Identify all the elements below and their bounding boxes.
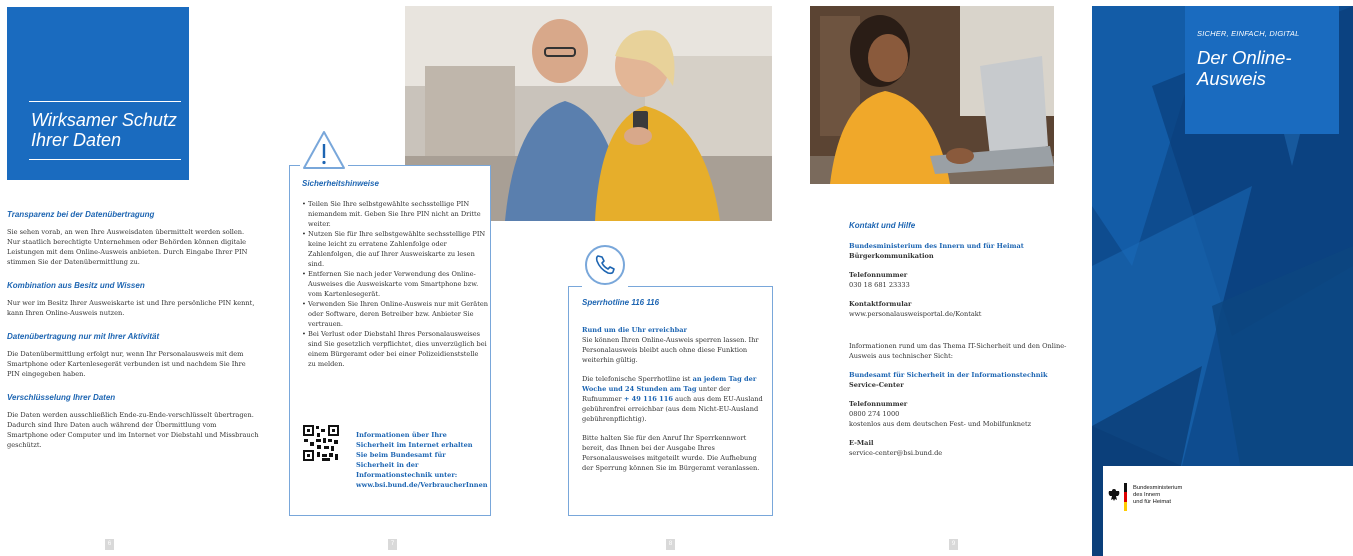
content: Transparenz bei der Datenübertragung Sie…	[7, 210, 259, 464]
list-item: Verwenden Sie Ihren Online-Ausweis nur m…	[302, 299, 488, 329]
page-number: 9	[949, 539, 958, 550]
text: Die telefonische Sperrhotline ist	[582, 375, 693, 383]
page-number: 8	[666, 539, 675, 550]
section-text: Nur wer im Besitz Ihrer Ausweiskarte ist…	[7, 299, 255, 317]
info-text: Informationen rund um das Thema IT-Siche…	[849, 342, 1067, 360]
phone-number[interactable]: + 49 116 116	[624, 395, 673, 403]
section-heading: Kontakt und Hilfe	[849, 221, 916, 230]
ministry-logo: Bundesministerium des Innern und für Hei…	[1103, 466, 1353, 556]
org-name: Bundesministerium des Innern und für Hei…	[849, 242, 1024, 250]
phone-number[interactable]: 0800 274 1000	[849, 409, 1089, 419]
cover-page: SICHER, EINFACH, DIGITAL Der Online-Ausw…	[1092, 0, 1353, 556]
label: Telefonnummer	[849, 400, 908, 408]
contact-content: Kontakt und Hilfe Bundesministerium des …	[849, 213, 1089, 467]
divider	[29, 101, 181, 102]
note: kostenlos aus dem deutschen Fest- und Mo…	[849, 420, 1032, 428]
qr-code-icon[interactable]	[302, 424, 340, 462]
section-text: Die Datenübermittlung erfolgt nur, wenn …	[7, 350, 246, 378]
bsi-info-link[interactable]: Informationen über Ihre Sicherheit im In…	[356, 430, 488, 490]
panel-page-7: Sicherheitshinweise Teilen Sie Ihre selb…	[270, 0, 772, 556]
label: Telefonnummer	[849, 271, 908, 279]
section-heading: Datenübertragung nur mit Ihrer Aktivität	[7, 332, 160, 341]
label: Kontaktformular	[849, 300, 912, 308]
org-unit: Bürgerkommunikation	[849, 252, 934, 260]
section-text: Sie sehen vorab, an wen Ihre Ausweisdate…	[7, 228, 248, 266]
org-name: Bundesamt für Sicherheit in der Informat…	[849, 371, 1048, 379]
text: Sie können Ihren Online-Ausweis sperren …	[582, 336, 759, 364]
phone-number[interactable]: 030 18 681 23333	[849, 280, 1089, 290]
section-heading: Sicherheitshinweise	[302, 179, 379, 188]
section-heading: Sperrhotline 116 116	[582, 298, 660, 307]
email-link[interactable]: service-center@bsi.bund.de	[849, 448, 1089, 458]
panel-page-6: Wirksamer Schutz Ihrer Daten Transparenz…	[0, 0, 270, 556]
title-block: Wirksamer Schutz Ihrer Daten	[7, 7, 189, 180]
section-heading: Transparenz bei der Datenübertragung	[7, 210, 155, 219]
contact-link[interactable]: www.personalausweisportal.de/Kontakt	[849, 309, 1089, 319]
hotline-text: Rund um die Uhr erreichbar Sie können Ih…	[582, 325, 766, 482]
section-text: Die Daten werden ausschließlich Ende-zu-…	[7, 411, 259, 449]
logo-line: Bundesministerium	[1133, 485, 1183, 491]
list-item: Teilen Sie Ihre selbstgewählte sechsstel…	[302, 199, 488, 229]
phone-icon	[582, 242, 628, 288]
logo-text: Bundesministerium des Innern und für Hei…	[1133, 485, 1182, 506]
section-heading: Kombination aus Besitz und Wissen	[7, 281, 145, 290]
cover-title-block: SICHER, EINFACH, DIGITAL Der Online-Ausw…	[1185, 6, 1339, 134]
list-item: Bei Verlust oder Diebstahl Ihres Persona…	[302, 329, 488, 369]
paragraph: Rund um die Uhr erreichbar Sie können Ih…	[582, 325, 766, 365]
panel-page-8: Sperrhotline 116 116 Rund um die Uhr err…	[550, 0, 812, 556]
warning-icon	[300, 126, 348, 174]
security-notes-box: Sicherheitshinweise Teilen Sie Ihre selb…	[289, 165, 491, 516]
flag-icon	[1124, 483, 1127, 511]
page-number: 6	[105, 539, 114, 550]
page-number: 7	[388, 539, 397, 550]
section-heading: Verschlüsselung Ihrer Daten	[7, 393, 116, 402]
security-list: Teilen Sie Ihre selbstgewählte sechsstel…	[302, 199, 488, 369]
label: E-Mail	[849, 439, 874, 447]
photo-woman-laptop	[810, 6, 1054, 184]
page-title: Wirksamer Schutz Ihrer Daten	[31, 110, 177, 150]
org-unit: Service-Center	[849, 381, 904, 389]
hotline-box: Sperrhotline 116 116 Rund um die Uhr err…	[568, 286, 773, 516]
subheading: Rund um die Uhr erreichbar	[582, 326, 687, 334]
list-item: Nutzen Sie für Ihre selbstgewählte sechs…	[302, 229, 488, 269]
list-item: Entfernen Sie nach jeder Verwendung des …	[302, 269, 488, 299]
panel-page-9: Kontakt und Hilfe Bundesministerium des …	[810, 0, 1092, 556]
logo-line: und für Heimat	[1133, 499, 1172, 505]
paragraph: Die telefonische Sperrhotline ist an jed…	[582, 374, 766, 424]
divider	[29, 159, 181, 160]
federal-eagle-icon	[1108, 489, 1120, 501]
paragraph: Bitte halten Sie für den Anruf Ihr Sperr…	[582, 434, 760, 472]
cover-kicker: SICHER, EINFACH, DIGITAL	[1197, 29, 1300, 38]
logo-line: des Innern	[1133, 492, 1161, 498]
cover-title: Der Online-Ausweis	[1197, 47, 1292, 89]
